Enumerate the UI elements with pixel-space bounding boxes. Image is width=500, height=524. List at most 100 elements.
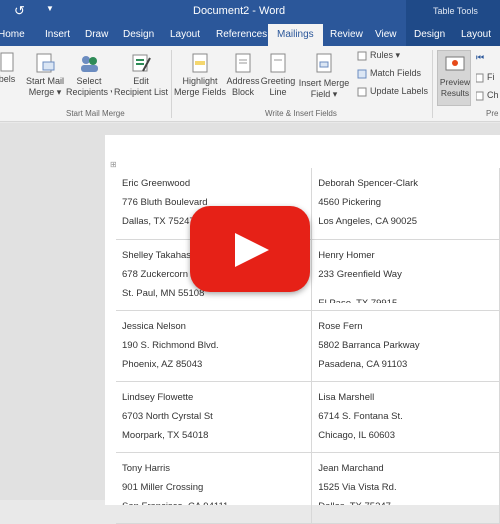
tab-table-design[interactable]: Design xyxy=(414,29,445,40)
greeting-line-line2: Line xyxy=(269,87,287,97)
label-line: 5802 Barranca Parkway xyxy=(318,339,420,351)
edit-list-icon xyxy=(132,54,151,72)
label-line: Jessica Nelson xyxy=(122,320,186,332)
tab-view[interactable]: View xyxy=(375,29,397,40)
group-start-mail-merge: Start Mail Merge xyxy=(66,109,125,118)
tab-draw[interactable]: Draw xyxy=(85,29,108,40)
tab-table-layout[interactable]: Layout xyxy=(461,29,491,40)
label-cell[interactable]: Lisa Marshell 6714 S. Fontana St. Chicag… xyxy=(311,381,500,453)
match-fields-icon xyxy=(357,69,367,79)
label-line: Tony Harris xyxy=(122,462,171,474)
greeting-line-button[interactable]: Greeting Line xyxy=(259,52,297,98)
label-line: Moorpark, TX 54018 xyxy=(122,429,209,441)
highlight-line1: Highlight xyxy=(182,76,218,86)
start-mail-merge-line2: Merge ▾ xyxy=(28,87,62,97)
repeat-icon[interactable]: ↺ xyxy=(14,3,25,19)
label-cell[interactable]: Deborah Spencer-Clark 4560 Pickering Los… xyxy=(311,168,500,240)
label-cell[interactable]: Lindsey Flowette 6703 North Cyrstal St M… xyxy=(116,381,313,453)
label-line: Deborah Spencer-Clark xyxy=(318,178,419,189)
check-icon xyxy=(476,91,484,101)
tab-design[interactable]: Design xyxy=(123,29,154,40)
labels-button-label: bels xyxy=(0,74,16,84)
address-block-line2: Block xyxy=(231,87,254,97)
find-recipient-button[interactable]: Fi xyxy=(476,72,495,83)
label-cell[interactable]: Rose Fern 5802 Barranca Parkway Pasadena… xyxy=(311,310,500,382)
first-record-icon[interactable]: ⏮ xyxy=(476,52,484,63)
preview-icon xyxy=(445,56,465,71)
label-line: Los Angeles, CA 90025 xyxy=(318,216,418,227)
address-block-icon xyxy=(235,53,251,73)
label-cell[interactable]: Jean Marchand 1525 Via Vista Rd. Dallas,… xyxy=(311,452,500,524)
group-preview: Pre xyxy=(486,109,499,118)
find-icon xyxy=(476,73,484,83)
check-errors-button[interactable]: Ch xyxy=(476,90,499,101)
preview-results-line1: Preview xyxy=(439,77,471,87)
edit-recipient-line1: Edit xyxy=(133,76,149,86)
tab-insert[interactable]: Insert xyxy=(45,29,70,40)
label-line: San Francisco, CA 94111 xyxy=(122,497,311,505)
insert-merge-field-button[interactable]: Insert Merge Field ▾ xyxy=(297,52,351,100)
greeting-line-line1: Greeting xyxy=(260,76,296,86)
highlight-icon xyxy=(192,53,208,73)
label-cell[interactable]: Jessica Nelson 190 S. Richmond Blvd. Pho… xyxy=(116,310,313,382)
label-line: 190 S. Richmond Blvd. xyxy=(122,339,219,351)
select-recipients-line2: Recipients ▾ xyxy=(66,87,112,97)
ribbon-mailings: bels Start Mail Merge ▾ Select Recipient… xyxy=(0,46,500,122)
ribbon-separator xyxy=(432,50,433,118)
table-row: Jessica Nelson 190 S. Richmond Blvd. Pho… xyxy=(116,310,500,382)
label-line: 1525 Via Vista Rd. xyxy=(318,481,397,493)
insert-field-icon xyxy=(316,53,332,73)
table-tools-header: Table Tools xyxy=(406,0,500,24)
insert-merge-field-line1: Insert Merge xyxy=(298,78,350,88)
group-write-insert: Write & Insert Fields xyxy=(265,109,337,118)
label-line: Chicago, IL 60603 xyxy=(318,429,395,441)
mail-merge-icon xyxy=(36,53,55,73)
quick-access-dropdown-icon[interactable]: ▼ xyxy=(46,4,54,13)
preview-results-line2: Results xyxy=(440,88,470,98)
highlight-line2: Merge Fields xyxy=(173,87,227,97)
tab-review[interactable]: Review xyxy=(330,29,363,40)
label-line: 4560 Pickering xyxy=(318,197,382,208)
check-errors-label: Ch xyxy=(487,90,499,100)
label-line: Lisa Marshell xyxy=(318,391,375,403)
start-mail-merge-button[interactable]: Start Mail Merge ▾ xyxy=(22,52,68,98)
tab-mailings[interactable]: Mailings xyxy=(268,24,323,46)
address-block-line1: Address xyxy=(226,76,260,86)
highlight-merge-fields-button[interactable]: Highlight Merge Fields xyxy=(172,52,228,98)
insert-merge-field-line2: Field ▾ xyxy=(310,89,338,99)
label-line: Pasadena, CA 91103 xyxy=(318,358,408,370)
label-line: Eric Greenwood xyxy=(122,178,191,189)
edit-recipient-list-button[interactable]: Edit Recipient List xyxy=(113,52,169,98)
preview-results-button[interactable]: Preview Results xyxy=(437,50,471,106)
labels-button[interactable]: bels xyxy=(0,52,16,85)
label-line: 901 Miller Crossing xyxy=(122,481,204,493)
rules-icon xyxy=(357,51,367,61)
rules-label: Rules ▾ xyxy=(370,50,401,60)
tab-references[interactable]: References xyxy=(216,29,267,40)
update-labels-button[interactable]: Update Labels xyxy=(357,86,428,97)
label-cell[interactable]: Tony Harris 901 Miller Crossing San Fran… xyxy=(116,452,313,524)
address-block-button[interactable]: Address Block xyxy=(226,52,260,98)
label-line: Jean Marchand xyxy=(318,462,384,474)
greeting-line-icon xyxy=(270,53,286,73)
start-mail-merge-line1: Start Mail xyxy=(25,76,64,86)
label-cell[interactable]: Henry Homer 233 Greenfield Way El Paso, … xyxy=(311,239,500,311)
table-tools-label: Table Tools xyxy=(433,6,478,16)
ribbon-tabs: Home Insert Draw Design Layout Reference… xyxy=(0,24,500,46)
window-title: Document2 - Word xyxy=(193,5,286,17)
label-line: Lindsey Flowette xyxy=(122,391,194,403)
tab-home[interactable]: Home xyxy=(0,29,25,40)
match-fields-button[interactable]: Match Fields xyxy=(357,68,421,79)
tab-layout[interactable]: Layout xyxy=(170,29,200,40)
edit-recipient-line2: Recipient List xyxy=(113,87,169,97)
update-labels-icon xyxy=(357,87,367,97)
select-recipients-button[interactable]: Select Recipients ▾ xyxy=(66,52,112,98)
labels-icon xyxy=(0,52,14,72)
label-line: Rose Fern xyxy=(318,320,363,332)
label-line: Dallas, TX 75247 xyxy=(318,497,499,505)
rules-button[interactable]: Rules ▾ xyxy=(357,50,400,61)
label-line: Henry Homer xyxy=(318,249,375,261)
label-line: 6703 North Cyrstal St xyxy=(122,410,213,422)
video-play-button[interactable] xyxy=(190,206,310,292)
table-row: Lindsey Flowette 6703 North Cyrstal St M… xyxy=(116,381,500,453)
